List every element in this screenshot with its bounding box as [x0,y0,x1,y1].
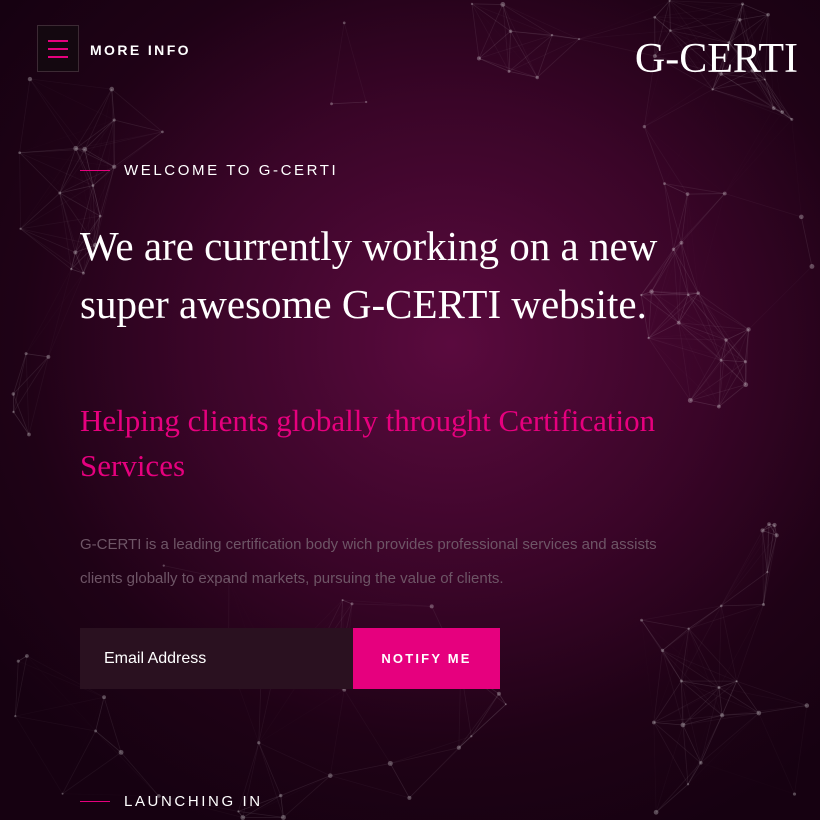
page-headline: We are currently working on a new super … [80,217,720,333]
accent-divider [80,170,110,171]
headline-line-2: super awesome G-CERTI website. [80,281,647,327]
launching-text: LAUNCHING IN [124,793,263,810]
description-text: G-CERTI is a leading certification body … [80,536,657,587]
launching-label: LAUNCHING IN [80,793,263,810]
welcome-label: WELCOME TO G-CERTI [80,162,338,179]
welcome-text: WELCOME TO G-CERTI [124,162,339,179]
headline-line-1: We are currently working on a new [80,223,658,269]
hamburger-menu-icon [48,39,68,58]
more-info-link[interactable]: MORE INFO [90,42,191,58]
accent-divider [80,801,110,802]
email-input[interactable] [80,628,353,689]
subheadline: Helping clients globally throught Certif… [80,403,656,483]
site-logo[interactable]: G-CERTI [635,38,798,80]
notify-me-button[interactable]: NOTIFY ME [353,628,500,689]
menu-button[interactable] [37,25,79,72]
notify-form: NOTIFY ME [80,628,500,689]
